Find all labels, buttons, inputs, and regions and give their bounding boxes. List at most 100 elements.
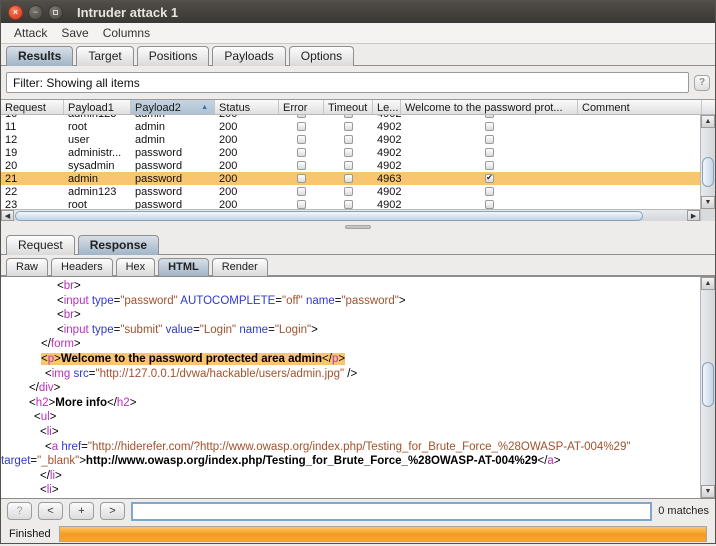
table-hscroll-thumb[interactable] (15, 211, 643, 221)
timeout-checkbox[interactable] (344, 122, 353, 131)
welcome-checkbox[interactable] (485, 200, 494, 209)
scroll-left-icon[interactable]: ◀ (1, 210, 14, 221)
filter-bar[interactable]: Filter: Showing all items (6, 72, 689, 93)
close-window-icon[interactable]: × (8, 5, 23, 20)
error-checkbox[interactable] (297, 200, 306, 209)
scroll-right-icon[interactable]: ▶ (687, 210, 700, 221)
filter-help-button[interactable]: ? (694, 75, 710, 91)
code-line: </form> (1, 337, 700, 352)
code-vscroll-thumb[interactable] (702, 362, 714, 407)
error-checkbox[interactable] (297, 135, 306, 144)
code-line: <br> (1, 308, 700, 323)
tab-target[interactable]: Target (76, 46, 133, 66)
column-header-request[interactable]: Request (1, 100, 64, 114)
scroll-down-icon[interactable]: ▼ (701, 196, 715, 209)
scroll-up-icon[interactable]: ▲ (701, 115, 715, 128)
code-line: <img src="http://127.0.0.1/dvwa/hackable… (1, 367, 700, 382)
table-vertical-scrollbar[interactable]: ▲ ▼ (700, 115, 715, 209)
timeout-checkbox[interactable] (344, 115, 353, 118)
tab-results[interactable]: Results (6, 46, 73, 66)
code-line: <input type="password" AUTOCOMPLETE="off… (1, 294, 700, 309)
timeout-checkbox[interactable] (344, 174, 353, 183)
response-html-view: <br><input type="password" AUTOCOMPLETE=… (1, 276, 715, 499)
column-header-status[interactable]: Status (215, 100, 279, 114)
timeout-checkbox[interactable] (344, 200, 353, 209)
welcome-checkbox[interactable] (485, 174, 494, 183)
view-tab-strip: RawHeadersHexHTMLRender (1, 255, 715, 276)
table-vscroll-thumb[interactable] (702, 157, 714, 187)
table-row[interactable]: 22admin123password2004902 (1, 185, 702, 198)
cell-payload1: administr... (64, 147, 131, 159)
timeout-checkbox[interactable] (344, 187, 353, 196)
tab-request[interactable]: Request (6, 235, 75, 255)
divider-grip-icon[interactable] (345, 225, 371, 229)
code-vertical-scrollbar[interactable]: ▲ ▼ (700, 277, 715, 498)
error-checkbox[interactable] (297, 122, 306, 131)
cell-welcome (401, 161, 578, 170)
error-checkbox[interactable] (297, 174, 306, 183)
maximize-window-icon[interactable] (48, 5, 63, 20)
search-input[interactable] (131, 502, 652, 521)
scroll-up-icon[interactable]: ▲ (701, 277, 715, 290)
cell-timeout (324, 200, 373, 209)
add-highlight-button[interactable]: + (69, 502, 94, 520)
menu-item-columns[interactable]: Columns (96, 24, 157, 42)
welcome-checkbox[interactable] (485, 122, 494, 131)
table-row[interactable]: 11rootadmin2004902 (1, 120, 702, 133)
error-checkbox[interactable] (297, 187, 306, 196)
table-row[interactable]: 21adminpassword2004963 (1, 172, 702, 185)
welcome-checkbox[interactable] (485, 135, 494, 144)
cell-payload2: password (131, 199, 215, 210)
table-row[interactable]: 23rootpassword2004902 (1, 198, 702, 209)
split-divider[interactable] (1, 221, 715, 232)
table-header-row: RequestPayload1Payload2▲StatusErrorTimeo… (1, 100, 715, 115)
search-help-button[interactable]: ? (7, 502, 32, 520)
highlighted-match: <p>Welcome to the password protected are… (41, 353, 345, 365)
timeout-checkbox[interactable] (344, 148, 353, 157)
table-row[interactable]: 19administr...password2004902 (1, 146, 702, 159)
status-label: Finished (9, 528, 51, 540)
column-header-comment[interactable]: Comment (578, 100, 702, 114)
column-header-error[interactable]: Error (279, 100, 324, 114)
tab-render[interactable]: Render (212, 258, 268, 276)
cell-length: 4963 (373, 173, 401, 185)
welcome-checkbox[interactable] (485, 161, 494, 170)
scroll-down-icon[interactable]: ▼ (701, 485, 715, 498)
error-checkbox[interactable] (297, 148, 306, 157)
timeout-checkbox[interactable] (344, 161, 353, 170)
cell-payload1: admin123 (64, 186, 131, 198)
cell-welcome (401, 115, 578, 118)
menu-item-save[interactable]: Save (54, 24, 95, 42)
cell-payload1: sysadmin (64, 160, 131, 172)
next-match-button[interactable]: > (100, 502, 125, 520)
cell-length: 4902 (373, 199, 401, 210)
tab-response[interactable]: Response (78, 235, 159, 255)
tab-payloads[interactable]: Payloads (212, 46, 285, 66)
tab-html[interactable]: HTML (158, 258, 209, 276)
welcome-checkbox[interactable] (485, 187, 494, 196)
menu-item-attack[interactable]: Attack (7, 24, 54, 42)
cell-error (279, 161, 324, 170)
minimize-window-icon[interactable]: − (28, 5, 43, 20)
table-row[interactable]: 12useradmin2004902 (1, 133, 702, 146)
tab-headers[interactable]: Headers (51, 258, 113, 276)
tab-hex[interactable]: Hex (116, 258, 156, 276)
table-row[interactable]: 20sysadminpassword2004902 (1, 159, 702, 172)
error-checkbox[interactable] (297, 161, 306, 170)
column-header-timeout[interactable]: Timeout (324, 100, 373, 114)
timeout-checkbox[interactable] (344, 135, 353, 144)
error-checkbox[interactable] (297, 115, 306, 118)
column-header-le-[interactable]: Le... (373, 100, 401, 114)
table-horizontal-scrollbar[interactable]: ◀ ▶ (1, 209, 700, 221)
tab-options[interactable]: Options (289, 46, 354, 66)
column-header-payload2[interactable]: Payload2▲ (131, 100, 215, 114)
tab-raw[interactable]: Raw (6, 258, 48, 276)
column-header-payload1[interactable]: Payload1 (64, 100, 131, 114)
welcome-checkbox[interactable] (485, 148, 494, 157)
title-bar: × − Intruder attack 1 (1, 1, 715, 23)
tab-positions[interactable]: Positions (137, 46, 210, 66)
column-header-welcome-to-the-password-prot-[interactable]: Welcome to the password prot... (401, 100, 578, 114)
welcome-checkbox[interactable] (485, 115, 494, 118)
previous-match-button[interactable]: < (38, 502, 63, 520)
cell-payload2: password (131, 173, 215, 185)
